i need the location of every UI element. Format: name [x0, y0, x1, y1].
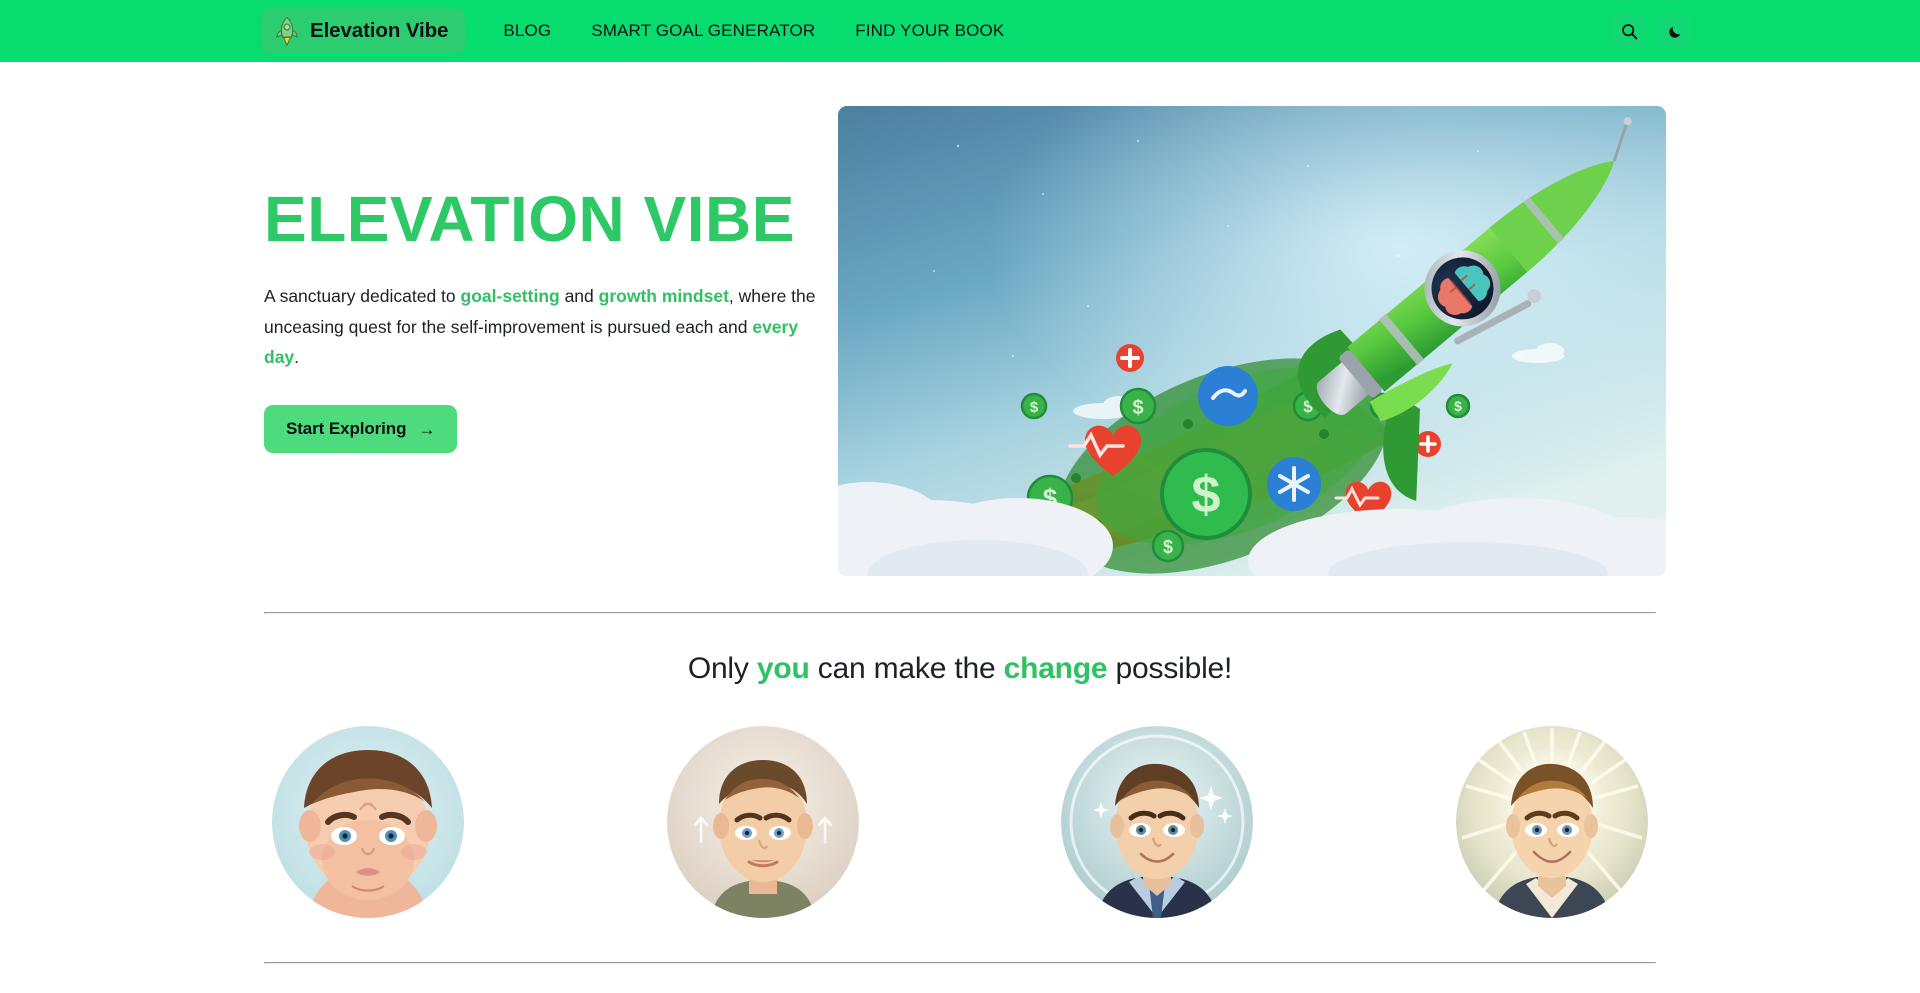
svg-text:$: $	[1454, 398, 1462, 414]
avatar-radiant-successful-man-illustration	[1455, 726, 1648, 918]
start-exploring-button[interactable]: Start Exploring →	[264, 405, 458, 454]
hero-copy-part4: .	[294, 347, 300, 368]
dark-mode-toggle-button[interactable]	[1658, 14, 1692, 48]
hero-text-column: ELEVATION VIBE A sanctuary dedicated to …	[264, 106, 824, 454]
page-content: ELEVATION VIBE A sanctuary dedicated to …	[0, 62, 1920, 964]
nav-link-blog[interactable]: BLOG	[483, 11, 571, 51]
start-exploring-label: Start Exploring	[286, 419, 407, 439]
change-section-title: Only you can make the change possible!	[264, 652, 1656, 686]
avatar-fit-man-arrows-illustration	[666, 726, 859, 918]
hero-link-goal-setting[interactable]: goal-setting	[461, 286, 560, 306]
arrow-right-icon: →	[418, 419, 436, 439]
hero-section: ELEVATION VIBE A sanctuary dedicated to …	[264, 62, 1666, 576]
avatar-fit-man-arrows	[666, 726, 859, 918]
svg-text:$: $	[1163, 537, 1173, 557]
hero-description: A sanctuary dedicated to goal-setting an…	[264, 281, 816, 373]
change-title-highlight-change: change	[1003, 652, 1108, 685]
hero-rocket-image: $ $ $ $ $ $ $	[838, 106, 1666, 576]
page-title: ELEVATION VIBE	[264, 183, 795, 255]
hero-copy-part2: and	[559, 286, 599, 307]
change-title-part1: Only	[687, 652, 757, 685]
search-button[interactable]	[1612, 14, 1646, 48]
svg-text:$: $	[1192, 466, 1221, 524]
section-divider-bottom	[264, 962, 1656, 964]
avatar-confident-man-suit-illustration	[1061, 726, 1254, 918]
nav-link-smart-goal-generator[interactable]: SMART GOAL GENERATOR	[571, 11, 835, 51]
search-icon	[1621, 23, 1637, 39]
nav-actions	[1612, 14, 1692, 48]
hero-copy-part1: A sanctuary dedicated to	[264, 286, 461, 307]
brand-logo-link[interactable]: Elevation Vibe	[262, 8, 466, 54]
change-title-highlight-you: you	[756, 652, 810, 685]
avatar-sad-overweight-man-illustration	[272, 726, 464, 918]
rocket-illustration: $ $ $ $ $ $ $	[838, 106, 1666, 576]
hero-image-column: $ $ $ $ $ $ $	[824, 106, 1666, 576]
change-title-part3: possible!	[1107, 652, 1233, 685]
change-section: Only you can make the change possible!	[264, 614, 1656, 918]
change-title-part2: can make the	[809, 652, 1004, 685]
avatar-radiant-successful-man	[1455, 726, 1648, 918]
nav-links: BLOG SMART GOAL GENERATOR FIND YOUR BOOK	[483, 11, 1024, 51]
top-navigation-bar: Elevation Vibe BLOG SMART GOAL GENERATOR…	[0, 0, 1920, 62]
avatar-row	[264, 726, 1656, 918]
brand-name-label: Elevation Vibe	[310, 19, 449, 42]
dark-mode-moon-icon	[1668, 26, 1680, 38]
avatar-sad-overweight-man	[272, 726, 464, 918]
rocket-icon	[276, 16, 298, 46]
nav-link-find-your-book[interactable]: FIND YOUR BOOK	[835, 11, 1024, 51]
hero-link-growth-mindset[interactable]: growth mindset	[599, 286, 729, 306]
svg-text:$: $	[1132, 397, 1143, 419]
avatar-confident-man-suit	[1061, 726, 1254, 918]
svg-text:$: $	[1030, 399, 1039, 416]
